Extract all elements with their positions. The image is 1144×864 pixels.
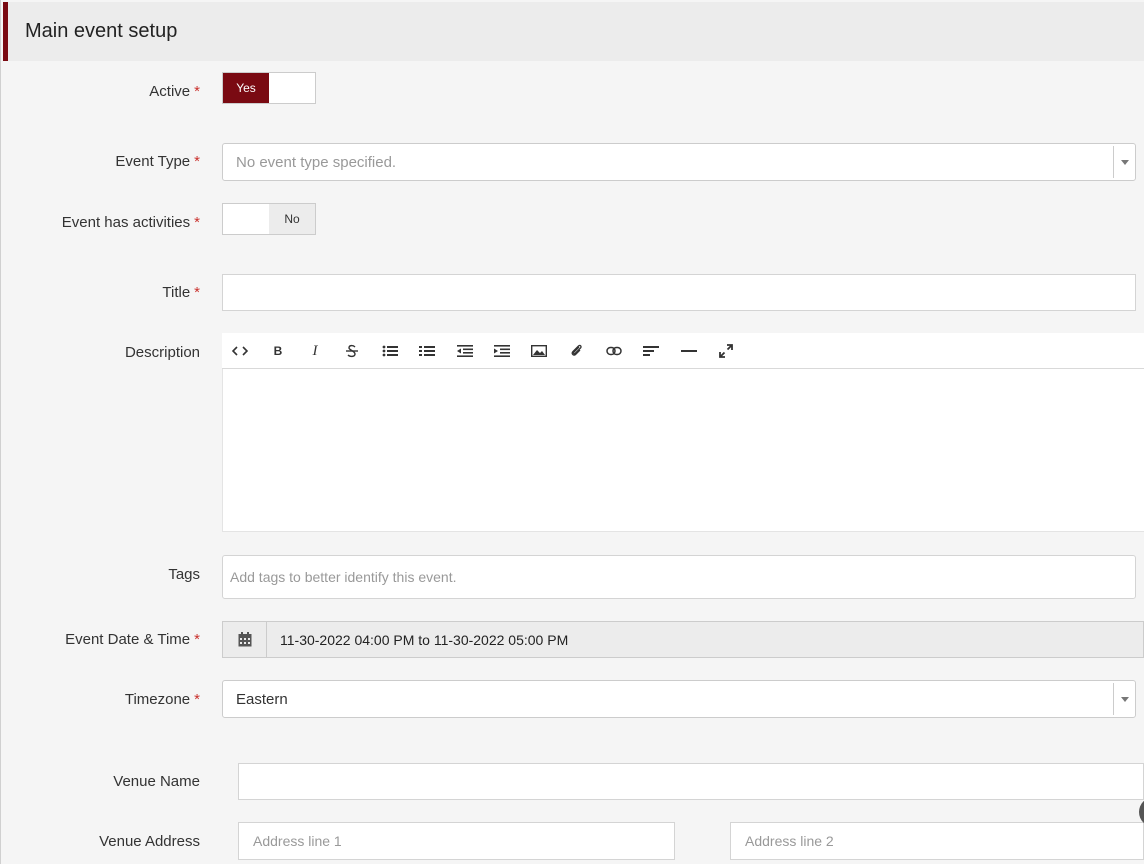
venue-name-label: Venue Name [113, 773, 200, 790]
indent-icon[interactable] [489, 339, 515, 363]
description-label: Description [124, 344, 200, 361]
bullet-list-icon[interactable] [377, 339, 403, 363]
timezone-value: Eastern [236, 691, 288, 708]
address-line-1-input[interactable] [238, 822, 675, 860]
timezone-select[interactable]: Eastern [222, 680, 1136, 718]
title-label: Title * [162, 284, 200, 301]
description-editor[interactable] [222, 369, 1144, 532]
active-toggle-yes: Yes [223, 73, 269, 103]
strikethrough-icon[interactable] [339, 339, 365, 363]
address-line-2-input[interactable] [730, 822, 1144, 860]
event-type-select[interactable]: No event type specified. [222, 143, 1136, 181]
fullscreen-icon[interactable] [713, 339, 739, 363]
align-icon[interactable] [638, 339, 664, 363]
section-header: Main event setup [3, 2, 1144, 61]
link-icon[interactable] [601, 339, 627, 363]
chevron-down-icon [1121, 697, 1129, 702]
horizontal-rule-icon[interactable] [676, 339, 702, 363]
tags-input[interactable] [222, 555, 1136, 599]
venue-name-input[interactable] [238, 763, 1144, 800]
active-label: Active * [149, 83, 200, 100]
active-toggle[interactable]: Yes [222, 72, 316, 104]
tags-label: Tags [168, 566, 200, 583]
event-has-activities-toggle-no: No [269, 204, 315, 234]
description-editor-toolbar: B I [222, 333, 1144, 369]
numbered-list-icon[interactable] [414, 339, 440, 363]
italic-icon[interactable]: I [302, 339, 328, 363]
timezone-label: Timezone * [124, 691, 200, 708]
title-input[interactable] [222, 274, 1136, 311]
outdent-icon[interactable] [452, 339, 478, 363]
chevron-down-icon [1121, 160, 1129, 165]
calendar-icon[interactable] [223, 622, 267, 657]
event-has-activities-label: Event has activities * [61, 214, 200, 231]
event-has-activities-toggle[interactable]: No [222, 203, 316, 235]
panel-border [0, 0, 1, 864]
event-type-placeholder: No event type specified. [236, 154, 397, 171]
attachment-icon[interactable] [564, 339, 590, 363]
main-event-setup-panel: Main event setup Active * Yes Event Type *… [0, 0, 1144, 864]
code-icon[interactable] [227, 339, 253, 363]
image-icon[interactable] [526, 339, 552, 363]
section-title: Main event setup [25, 20, 178, 42]
venue-address-label: Venue Address [99, 833, 200, 850]
event-date-time-label: Event Date & Time * [65, 631, 200, 648]
bold-icon[interactable]: B [265, 339, 291, 363]
event-date-time-value: 11-30-2022 04:00 PM to 11-30-2022 05:00 … [280, 632, 569, 648]
event-date-time-field[interactable]: 11-30-2022 04:00 PM to 11-30-2022 05:00 … [222, 621, 1144, 658]
event-type-label: Event Type * [115, 153, 200, 170]
